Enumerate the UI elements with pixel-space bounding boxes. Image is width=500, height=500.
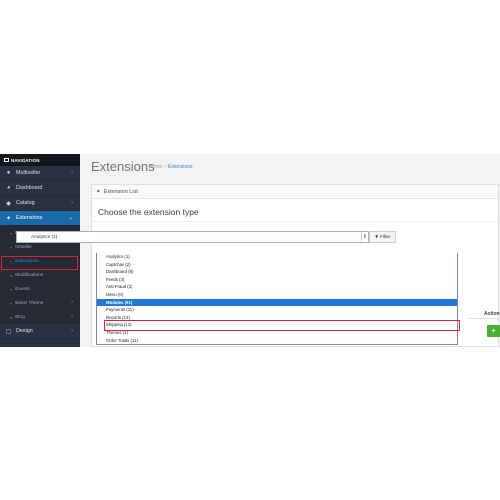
breadcrumb-extensions[interactable]: Extensions	[168, 164, 192, 170]
menu-icon	[4, 158, 9, 162]
chevron-right-icon: ›	[71, 170, 73, 176]
dropdown-option-feeds[interactable]: Feeds (3)	[97, 276, 457, 284]
bullet-icon: »	[10, 244, 13, 250]
puzzle-icon: ✦	[5, 215, 12, 222]
sidebar-subitem-label: Blog	[15, 314, 25, 320]
bullet-icon: »	[10, 230, 13, 236]
sidebar-subitem-modifications[interactable]: » Modifications	[0, 268, 80, 282]
chevron-down-icon: ⌄	[68, 215, 73, 221]
users-icon: ●	[6, 170, 11, 176]
puzzle-icon: ✦	[96, 188, 101, 195]
dropdown-option-payments[interactable]: Payments (11)	[97, 306, 457, 314]
sidebar-item-extensions[interactable]: ✦ Extensions ⌄	[0, 211, 80, 226]
bullet-icon: »	[10, 314, 13, 320]
dropdown-option-dashboard[interactable]: Dashboard (8)	[97, 268, 457, 276]
sidebar-item-label: Extensions	[16, 215, 43, 221]
tag-icon: ◆	[6, 200, 11, 207]
divider	[92, 221, 500, 222]
sidebar-highlight-box	[1, 256, 78, 270]
select-arrow-icon[interactable]: ⇕	[361, 232, 368, 242]
dropdown-option-captchas[interactable]: Captchas (2)	[97, 261, 457, 269]
sidebar-subitem-events[interactable]: » Events	[0, 282, 80, 296]
extension-type-select[interactable]: Analytics (1) ⇕	[16, 231, 369, 243]
navigation-header: NAVIGATION	[0, 154, 80, 166]
page-title: Extensions	[91, 159, 155, 174]
dropdown-option-anti-fraud[interactable]: Anti-Fraud (3)	[97, 283, 457, 291]
chevron-right-icon: ›	[71, 299, 73, 305]
monitor-icon: ▢	[5, 328, 12, 335]
panel-heading: ✦ Extension List	[92, 185, 498, 199]
chevron-right-icon: ›	[71, 313, 73, 319]
dropdown-highlight-box	[104, 320, 460, 331]
admin-screenshot: NAVIGATION ● Multiseller › ◕ Dashboard ◆…	[0, 154, 500, 347]
breadcrumb-home[interactable]: Home	[149, 164, 162, 170]
dashboard-icon: ◕	[6, 185, 11, 191]
bullet-icon: »	[10, 300, 13, 306]
install-button[interactable]: +	[487, 325, 500, 337]
sidebar-item-catalog[interactable]: ◆ Catalog ›	[0, 196, 80, 211]
dropdown-option-menu[interactable]: Menu (0)	[97, 291, 457, 299]
sidebar-item-label: Design	[16, 328, 33, 334]
chevron-right-icon: ›	[71, 328, 73, 334]
extension-type-dropdown[interactable]: Analytics (1) Captchas (2) Dashboard (8)…	[96, 253, 458, 345]
navigation-header-label: NAVIGATION	[11, 157, 40, 163]
chevron-right-icon: ›	[71, 200, 73, 206]
table-divider	[468, 318, 499, 319]
sidebar-item-design[interactable]: ▢ Design ›	[0, 324, 80, 339]
sidebar-subitem-blog[interactable]: » Blog ›	[0, 310, 80, 324]
dropdown-option-modules[interactable]: Modules (91)	[97, 298, 457, 307]
sidebar-item-label: Multiseller	[16, 170, 41, 176]
filter-label: Filter	[380, 234, 391, 240]
breadcrumb: Home › Extensions	[149, 164, 192, 170]
action-column-header: Action	[484, 311, 500, 317]
sidebar-subitem-label: Installer	[15, 244, 33, 250]
sidebar-subitem-label: Modifications	[15, 272, 44, 278]
extension-type-heading: Choose the extension type	[98, 207, 199, 217]
sidebar-item-dashboard[interactable]: ◕ Dashboard	[0, 181, 80, 196]
sidebar: NAVIGATION ● Multiseller › ◕ Dashboard ◆…	[0, 154, 80, 347]
sidebar-subitem-label: Basel Theme	[15, 300, 44, 306]
panel-title: Extension List	[103, 188, 138, 195]
sidebar-item-multiseller[interactable]: ● Multiseller ›	[0, 166, 80, 181]
bullet-icon: »	[10, 286, 13, 292]
breadcrumb-separator: ›	[164, 164, 167, 170]
bullet-icon: »	[10, 272, 13, 278]
filter-icon: ▼	[374, 234, 380, 240]
dropdown-option-analytics[interactable]: Analytics (1)	[97, 253, 457, 261]
sidebar-item-label: Dashboard	[16, 185, 43, 191]
filter-button[interactable]: ▼ Filter	[369, 231, 396, 243]
sidebar-item-label: Catalog	[16, 200, 35, 206]
select-value: Analytics (1)	[31, 234, 58, 240]
sidebar-subitem-basel-theme[interactable]: » Basel Theme ›	[0, 296, 80, 310]
sidebar-subitem-label: Events	[15, 286, 30, 292]
dropdown-option-order-totals[interactable]: Order Totals (11)	[97, 337, 457, 345]
